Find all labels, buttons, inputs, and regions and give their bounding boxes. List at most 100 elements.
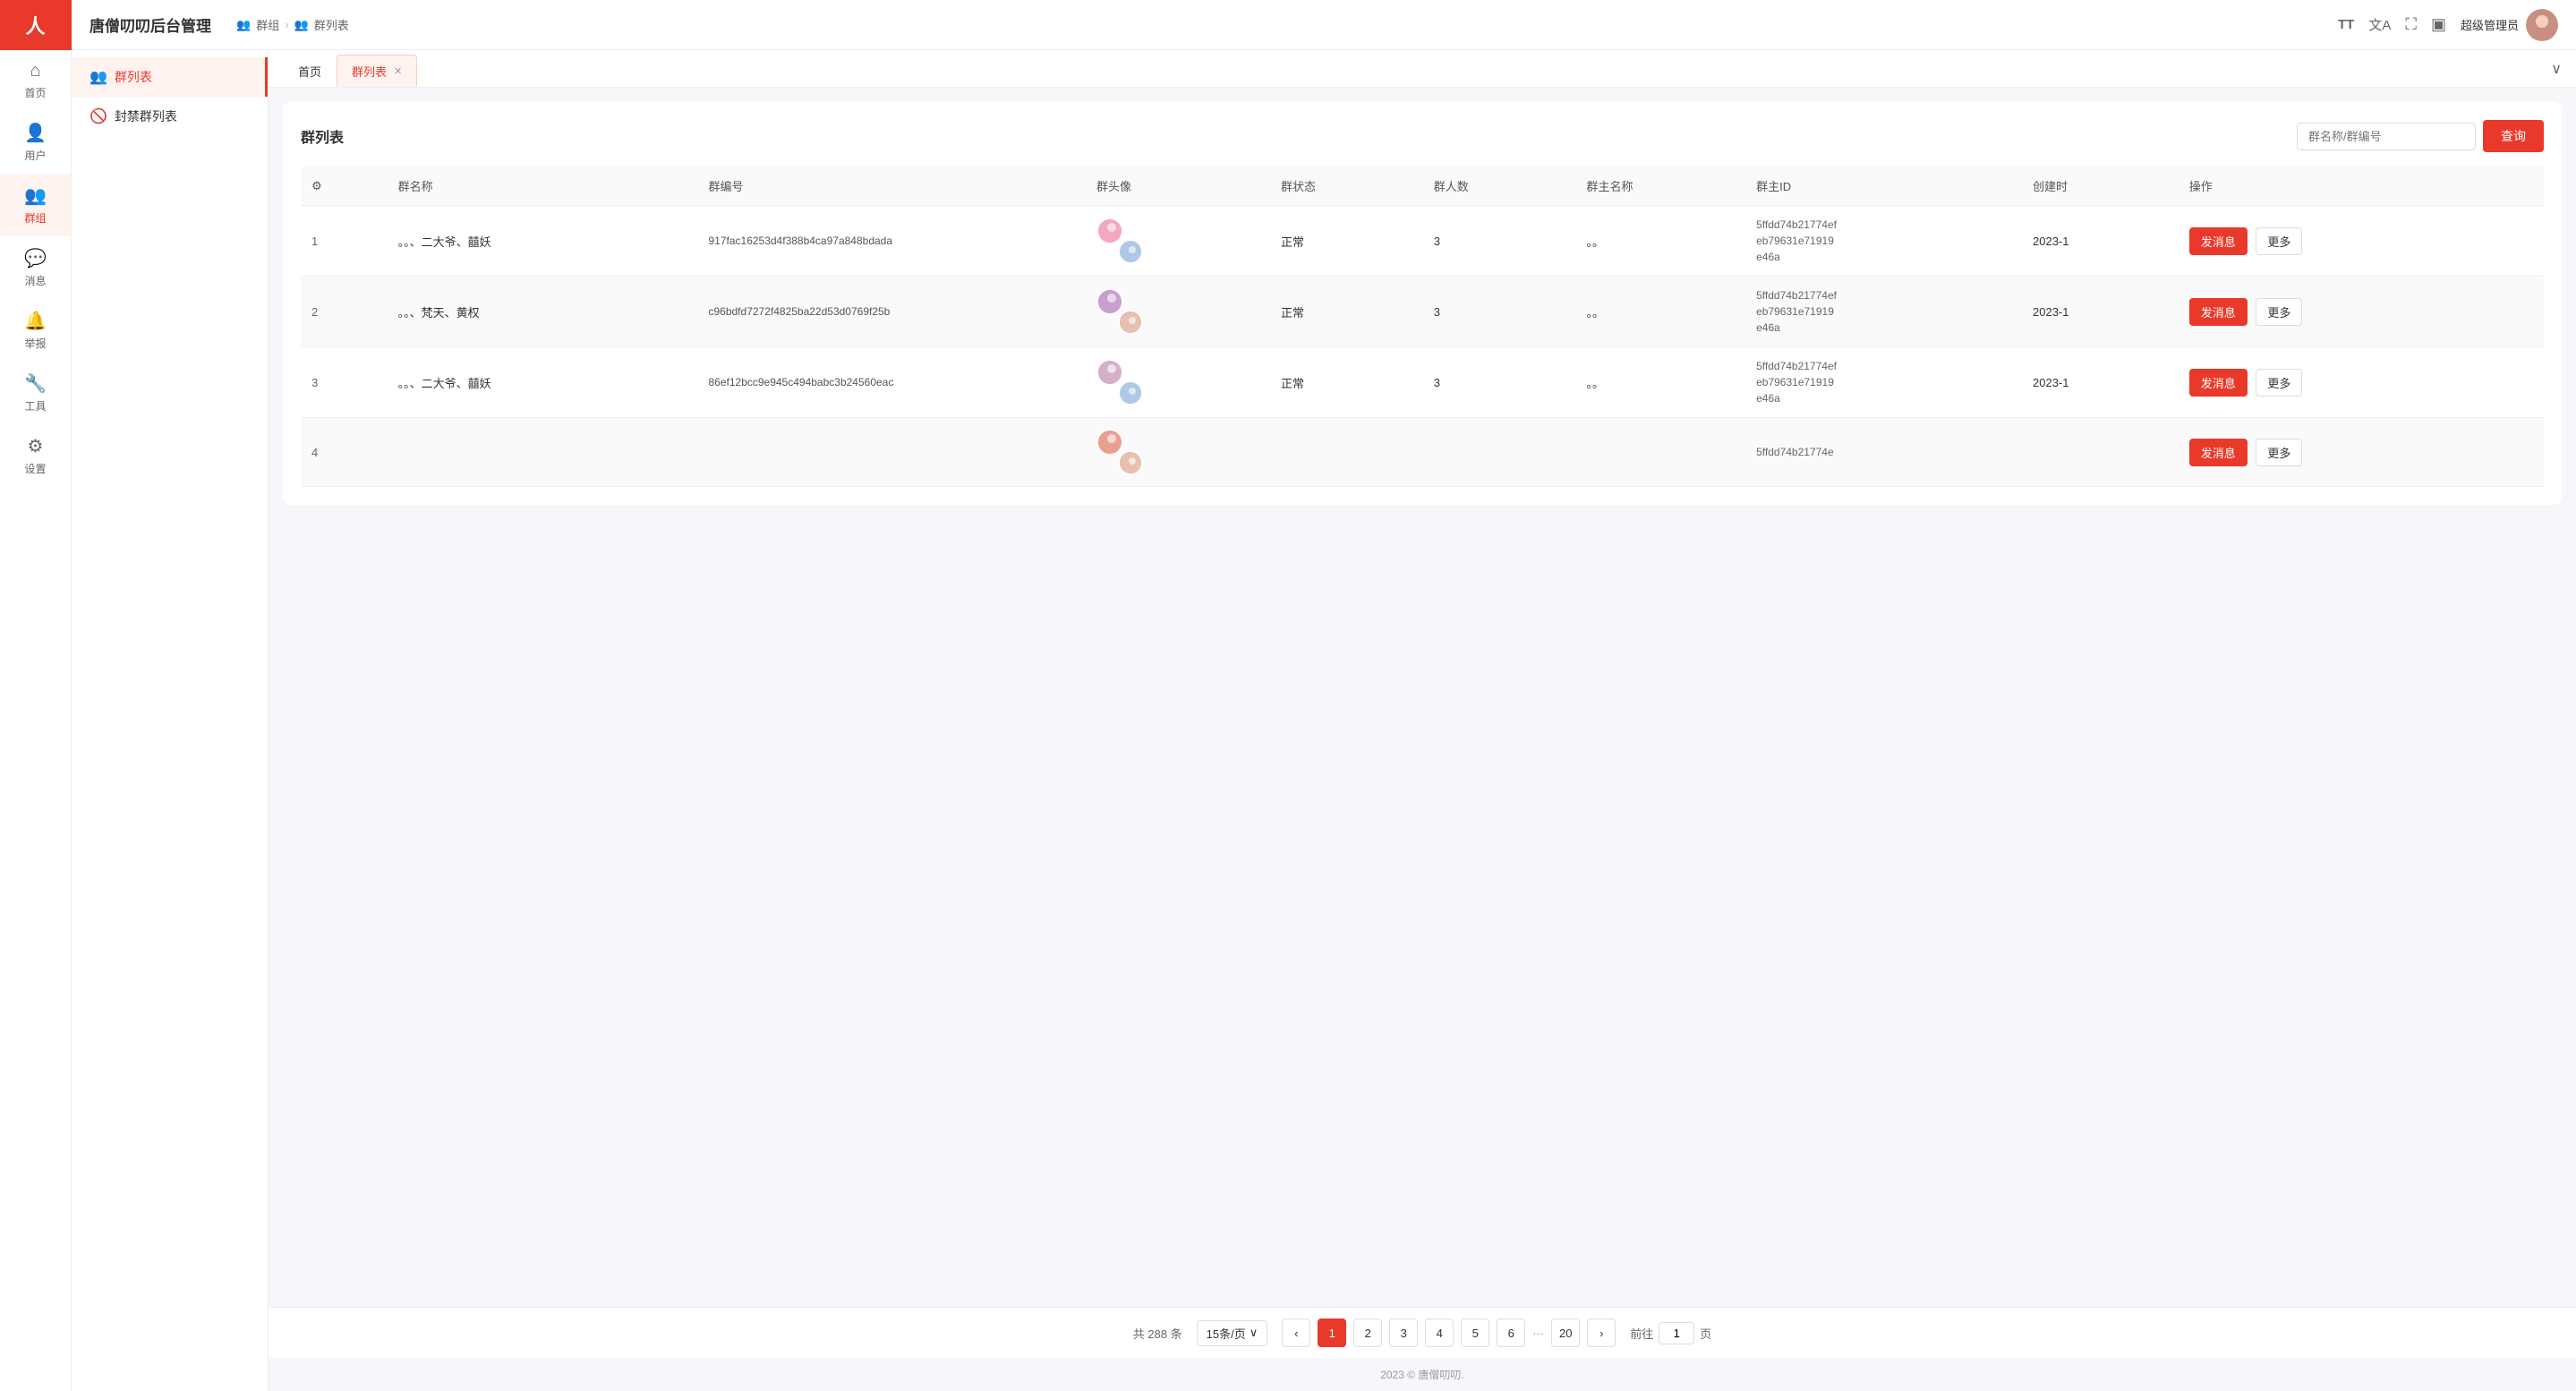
page-size-arrow: ∨: [1250, 1326, 1258, 1340]
row-owner-id: 5ffdd74b21774efeb79631e71919e46a: [1745, 277, 2022, 347]
tool-icon: 🔧: [24, 372, 47, 395]
goto-after-label: 页: [1700, 1325, 1711, 1342]
translate-icon[interactable]: 文A: [2368, 15, 2391, 34]
left-nav-banned-list-label: 封禁群列表: [115, 107, 177, 125]
page-btn-2[interactable]: 2: [1353, 1318, 1382, 1347]
page-size-select[interactable]: 15条/页 ∨: [1197, 1320, 1268, 1346]
col-avatar: 群头像: [1086, 166, 1270, 206]
page-btn-1[interactable]: 1: [1318, 1318, 1346, 1347]
col-count: 群人数: [1423, 166, 1576, 206]
row-index: 3: [301, 347, 388, 418]
font-size-icon[interactable]: TT: [2338, 17, 2354, 32]
left-nav-group-list[interactable]: 👥 群列表: [72, 57, 268, 97]
layout-icon[interactable]: ▣: [2431, 15, 2446, 34]
breadcrumb-group-text: 群组: [256, 16, 279, 33]
row-index: 2: [301, 277, 388, 347]
message-icon: 💬: [24, 247, 47, 269]
search-input[interactable]: [2297, 123, 2476, 150]
tab-group-list-label: 群列表: [352, 63, 387, 80]
tabs-collapse-icon[interactable]: ∨: [2551, 60, 2562, 78]
logo-icon: 人: [25, 11, 45, 39]
search-area: 查询: [2297, 120, 2544, 152]
group-avatar: [1096, 359, 1143, 405]
setting-icon: ⚙: [28, 435, 44, 457]
search-button[interactable]: 查询: [2483, 120, 2544, 152]
row-avatar: [1086, 418, 1270, 487]
col-settings-icon[interactable]: ⚙: [311, 179, 322, 192]
row-owner-name: 。。: [1575, 206, 1745, 277]
group-avatar: [1096, 288, 1143, 335]
header-left: 唐僧叨叨后台管理 👥 群组 › 👥 群列表: [90, 13, 349, 36]
row-count: 3: [1423, 347, 1576, 418]
row-owner-id: 5ffdd74b21774efeb79631e71919e46a: [1745, 206, 2022, 277]
header: 唐僧叨叨后台管理 👥 群组 › 👥 群列表 TT 文A ⛶ ▣ 超级管理员: [72, 0, 2576, 50]
row-index: 1: [301, 206, 388, 277]
tab-group-list[interactable]: 群列表 ✕: [337, 55, 417, 87]
page-size-label: 15条/页: [1207, 1325, 1246, 1342]
row-code: c96bdfd7272f4825ba22d53d0769f25b: [697, 277, 1086, 347]
fullscreen-icon[interactable]: ⛶: [2405, 15, 2417, 34]
tab-home[interactable]: 首页: [283, 55, 337, 87]
send-message-btn[interactable]: 发消息: [2189, 369, 2248, 397]
more-action-btn[interactable]: 更多: [2256, 298, 2302, 326]
sidebar-item-message[interactable]: 💬 消息: [0, 236, 71, 299]
table-row: 4 5ffdd74b21774e 发消息 更多: [301, 418, 2544, 487]
more-action-btn[interactable]: 更多: [2256, 369, 2302, 397]
page-btn-last[interactable]: 20: [1551, 1318, 1580, 1347]
send-message-btn[interactable]: 发消息: [2189, 298, 2248, 326]
row-action: 发消息 更多: [2179, 277, 2544, 347]
row-status: 正常: [1270, 206, 1423, 277]
table-row: 3 。。、二大爷、囍妖 86ef12bcc9e945c494babc3b2456…: [301, 347, 2544, 418]
more-action-btn[interactable]: 更多: [2256, 439, 2302, 466]
row-owner-id: 5ffdd74b21774e: [1745, 418, 2022, 487]
group-list-nav-icon: 👥: [90, 68, 107, 86]
page-btn-3[interactable]: 3: [1389, 1318, 1418, 1347]
sidebar-logo: 人: [0, 0, 72, 50]
sidebar-item-user[interactable]: 👤 用户: [0, 111, 71, 174]
user-icon: 👤: [24, 122, 47, 144]
page-btn-4[interactable]: 4: [1425, 1318, 1454, 1347]
group-icon: 👥: [24, 184, 47, 207]
sidebar-item-tool-label: 工具: [24, 398, 46, 414]
right-content: 首页 群列表 ✕ ∨ 群列表 查询: [269, 50, 2576, 1391]
sidebar-item-report[interactable]: 🔔 举报: [0, 299, 71, 362]
sidebar-item-user-label: 用户: [24, 148, 46, 163]
left-nav-banned-list[interactable]: 🚫 封禁群列表: [72, 97, 268, 136]
data-table: ⚙ 群名称 群编号 群头像 群状态 群人数 群主名称 群主ID 创建时 操作: [301, 166, 2544, 487]
row-name: 。。、梵天、黄权: [388, 277, 698, 347]
page-btn-6[interactable]: 6: [1497, 1318, 1525, 1347]
table-header-row: ⚙ 群名称 群编号 群头像 群状态 群人数 群主名称 群主ID 创建时 操作: [301, 166, 2544, 206]
tabs-bar: 首页 群列表 ✕ ∨: [269, 50, 2576, 88]
send-message-btn[interactable]: 发消息: [2189, 439, 2248, 466]
col-action: 操作: [2179, 166, 2544, 206]
row-owner-name: 。。: [1575, 347, 1745, 418]
row-status: [1270, 418, 1423, 487]
main-area: 唐僧叨叨后台管理 👥 群组 › 👥 群列表 TT 文A ⛶ ▣ 超级管理员: [72, 0, 2576, 1391]
sidebar-item-group[interactable]: 👥 群组: [0, 174, 71, 236]
left-nav-group-list-label: 群列表: [115, 68, 152, 86]
row-owner-name: 。。: [1575, 277, 1745, 347]
col-settings: ⚙: [301, 166, 388, 206]
row-avatar: [1086, 277, 1270, 347]
table-row: 1 。。、二大爷、囍妖 917fac16253d4f388b4ca97a848b…: [301, 206, 2544, 277]
tabs: 首页 群列表 ✕: [283, 50, 417, 87]
next-page-btn[interactable]: ›: [1587, 1318, 1616, 1347]
tab-close-icon[interactable]: ✕: [394, 65, 402, 77]
more-action-btn[interactable]: 更多: [2256, 227, 2302, 255]
user-info[interactable]: 超级管理员: [2461, 9, 2558, 41]
sidebar-item-home[interactable]: ⌂ 首页: [0, 50, 71, 111]
row-action: 发消息 更多: [2179, 206, 2544, 277]
page-goto-input[interactable]: [1659, 1322, 1694, 1344]
prev-page-btn[interactable]: ‹: [1282, 1318, 1310, 1347]
page-btn-5[interactable]: 5: [1461, 1318, 1489, 1347]
row-code: [697, 418, 1086, 487]
header-right: TT 文A ⛶ ▣ 超级管理员: [2338, 9, 2558, 41]
pagination-bar: 共 288 条 15条/页 ∨ ‹ 1 2 3 4 5 6 ··· 20 › 前…: [269, 1307, 2576, 1358]
page-goto: 前往 页: [1630, 1322, 1711, 1344]
sidebar-item-report-label: 举报: [24, 336, 46, 351]
sidebar-item-tool[interactable]: 🔧 工具: [0, 362, 71, 424]
table-title: 群列表: [301, 125, 344, 147]
row-name: 。。、二大爷、囍妖: [388, 206, 698, 277]
sidebar-item-setting[interactable]: ⚙ 设置: [0, 424, 71, 487]
send-message-btn[interactable]: 发消息: [2189, 227, 2248, 255]
